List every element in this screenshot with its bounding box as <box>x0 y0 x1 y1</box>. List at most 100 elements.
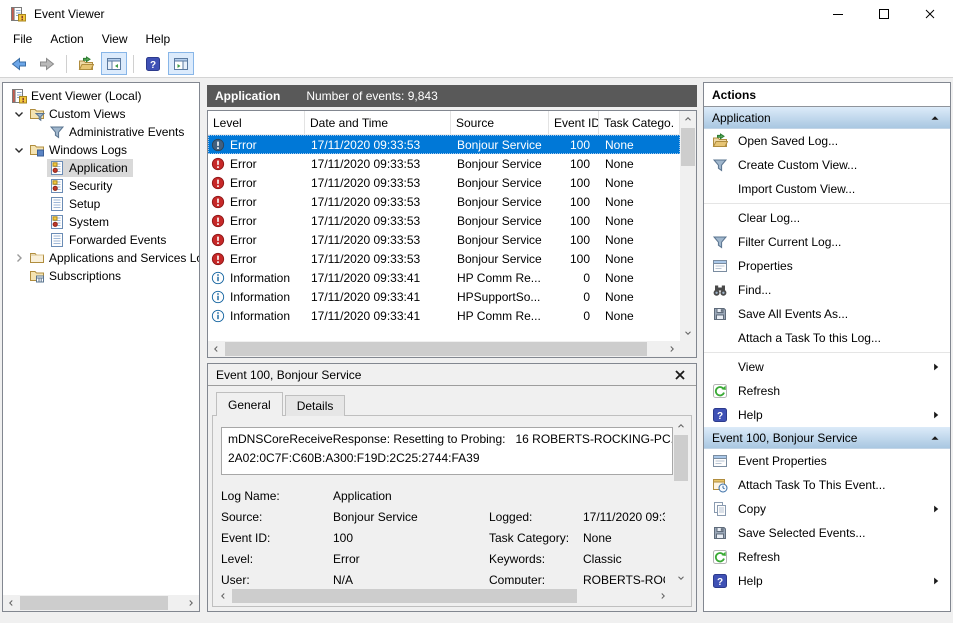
list-vertical-scrollbar[interactable] <box>680 111 696 341</box>
event-row[interactable]: Error 17/11/2020 09:33:53 Bonjour Service 1… <box>208 173 680 192</box>
column-header-date-and-time[interactable]: Date and Time <box>305 111 451 134</box>
scroll-right-button[interactable] <box>664 341 680 357</box>
submenu-arrow-icon[interactable] <box>930 409 942 421</box>
scrollbar-thumb[interactable] <box>232 589 577 603</box>
details-horizontal-scrollbar[interactable] <box>215 588 671 604</box>
toolbar-action-pane-toggle-button[interactable] <box>168 52 194 75</box>
tree-item-system[interactable]: System <box>3 213 199 231</box>
scroll-left-button[interactable] <box>3 595 19 611</box>
tree-item-applications-and-services-lo[interactable]: Applications and Services Lo <box>3 249 199 267</box>
action-item-find[interactable]: Find... <box>704 278 950 302</box>
actions-section-header-event-100-bonjour-service[interactable]: Event 100, Bonjour Service <box>704 427 950 449</box>
submenu-arrow-icon[interactable] <box>930 503 942 515</box>
submenu-arrow-icon[interactable] <box>930 361 942 373</box>
column-header-level[interactable]: Level <box>208 111 305 134</box>
action-item-copy[interactable]: Copy <box>704 497 950 521</box>
event-cell-task_category: None <box>599 230 680 249</box>
action-item-attach-task-to-this-event[interactable]: Attach Task To This Event... <box>704 473 950 497</box>
column-header-source[interactable]: Source <box>451 111 549 134</box>
action-item-create-custom-view[interactable]: Create Custom View... <box>704 153 950 177</box>
tree-item-security[interactable]: Security <box>3 177 199 195</box>
scrollbar-thumb[interactable] <box>674 435 688 481</box>
close-button[interactable] <box>907 0 953 28</box>
tree-item-administrative-events[interactable]: Administrative Events <box>3 123 199 141</box>
action-item-clear-log[interactable]: Clear Log... <box>704 206 950 230</box>
scroll-right-button[interactable] <box>655 588 671 604</box>
action-item-attach-a-task-to-this-log[interactable]: Attach a Task To this Log... <box>704 326 950 350</box>
chevron-expanded-icon[interactable] <box>11 106 27 122</box>
chevron-expanded-icon[interactable] <box>11 142 27 158</box>
tree-item-forwarded-events[interactable]: Forwarded Events <box>3 231 199 249</box>
action-item-view[interactable]: View <box>704 355 950 379</box>
tree-item-setup[interactable]: Setup <box>3 195 199 213</box>
menu-action[interactable]: Action <box>41 30 92 48</box>
cell-text: Bonjour Service <box>457 137 542 152</box>
action-item-properties[interactable]: Properties <box>704 254 950 278</box>
event-row[interactable]: Error 17/11/2020 09:33:53 Bonjour Service 1… <box>208 135 680 154</box>
action-item-open-saved-log[interactable]: Open Saved Log... <box>704 129 950 153</box>
submenu-arrow-icon[interactable] <box>930 575 942 587</box>
action-item-event-properties[interactable]: Event Properties <box>704 449 950 473</box>
toolbar-console-tree-toggle-button[interactable] <box>101 52 127 75</box>
event-cell-datetime: 17/11/2020 09:33:53 <box>305 192 451 211</box>
menu-file[interactable]: File <box>4 30 41 48</box>
tab-general[interactable]: General <box>216 392 283 417</box>
scroll-down-button[interactable] <box>680 325 696 341</box>
toolbar-back-button[interactable] <box>6 52 32 75</box>
menu-help[interactable]: Help <box>137 30 180 48</box>
scrollbar-thumb[interactable] <box>225 342 647 356</box>
list-horizontal-scrollbar[interactable] <box>208 341 680 357</box>
scroll-up-button[interactable] <box>680 111 696 127</box>
toolbar-forward-button[interactable] <box>34 52 60 75</box>
tree-item-custom-views[interactable]: Custom Views <box>3 105 199 123</box>
scroll-left-button[interactable] <box>208 341 224 357</box>
maximize-button[interactable] <box>861 0 907 28</box>
event-row[interactable]: Information 17/11/2020 09:33:41 HP Comm Re… <box>208 306 680 325</box>
event-row[interactable]: Information 17/11/2020 09:33:41 HP Comm Re… <box>208 268 680 287</box>
tree-item-windows-logs[interactable]: Windows Logs <box>3 141 199 159</box>
action-item-import-custom-view[interactable]: Import Custom View... <box>704 177 950 201</box>
event-row[interactable]: Error 17/11/2020 09:33:53 Bonjour Service 1… <box>208 249 680 268</box>
column-header-event-id[interactable]: Event ID <box>549 111 599 134</box>
scroll-right-button[interactable] <box>183 595 199 611</box>
action-item-filter-current-log[interactable]: Filter Current Log... <box>704 230 950 254</box>
event-row[interactable]: Information 17/11/2020 09:33:41 HPSupportS… <box>208 287 680 306</box>
collapse-arrow-icon[interactable] <box>928 111 942 125</box>
scroll-left-button[interactable] <box>215 588 231 604</box>
close-details-button[interactable] <box>672 367 688 383</box>
tab-details[interactable]: Details <box>284 395 346 416</box>
scrollbar-thumb[interactable] <box>681 128 695 166</box>
toolbar-open-saved-log-button[interactable] <box>73 52 99 75</box>
details-vertical-scrollbar[interactable] <box>673 418 689 586</box>
tree-item-label: System <box>69 215 110 229</box>
column-header-label: Level <box>213 115 242 130</box>
event-row[interactable]: Error 17/11/2020 09:33:53 Bonjour Service 1… <box>208 192 680 211</box>
actions-section-header-application[interactable]: Application <box>704 107 950 129</box>
action-item-refresh[interactable]: Refresh <box>704 379 950 403</box>
event-row[interactable]: Error 17/11/2020 09:33:53 Bonjour Service 1… <box>208 211 680 230</box>
action-item-help[interactable]: ? Help <box>704 403 950 427</box>
event-log-icon <box>49 196 65 212</box>
event-row[interactable]: Error 17/11/2020 09:33:53 Bonjour Service 1… <box>208 154 680 173</box>
collapse-arrow-icon[interactable] <box>928 431 942 445</box>
scrollbar-thumb[interactable] <box>20 596 168 610</box>
scroll-up-button[interactable] <box>673 418 689 434</box>
column-header-task-catego[interactable]: Task Catego. <box>599 111 680 134</box>
toolbar-help-button[interactable]: ? <box>140 52 166 75</box>
action-item-refresh[interactable]: Refresh <box>704 545 950 569</box>
scroll-down-button[interactable] <box>673 570 689 586</box>
event-row[interactable]: Error 17/11/2020 09:33:53 Bonjour Service 1… <box>208 230 680 249</box>
action-item-save-all-events-as[interactable]: Save All Events As... <box>704 302 950 326</box>
details-tabs: General Details <box>216 392 347 417</box>
tree-item-event-viewer-local[interactable]: Event Viewer (Local) <box>3 87 199 105</box>
minimize-button[interactable] <box>815 0 861 28</box>
tree-horizontal-scrollbar[interactable] <box>3 595 199 611</box>
tree-item-subscriptions[interactable]: Subscriptions <box>3 267 199 285</box>
cell-text: 17/11/2020 09:33:53 <box>311 156 421 171</box>
event-cell-level: Information <box>208 268 305 287</box>
chevron-collapsed-icon[interactable] <box>11 250 27 266</box>
menu-view[interactable]: View <box>93 30 137 48</box>
action-item-help[interactable]: ? Help <box>704 569 950 593</box>
tree-item-application[interactable]: Application <box>3 159 199 177</box>
action-item-save-selected-events[interactable]: Save Selected Events... <box>704 521 950 545</box>
